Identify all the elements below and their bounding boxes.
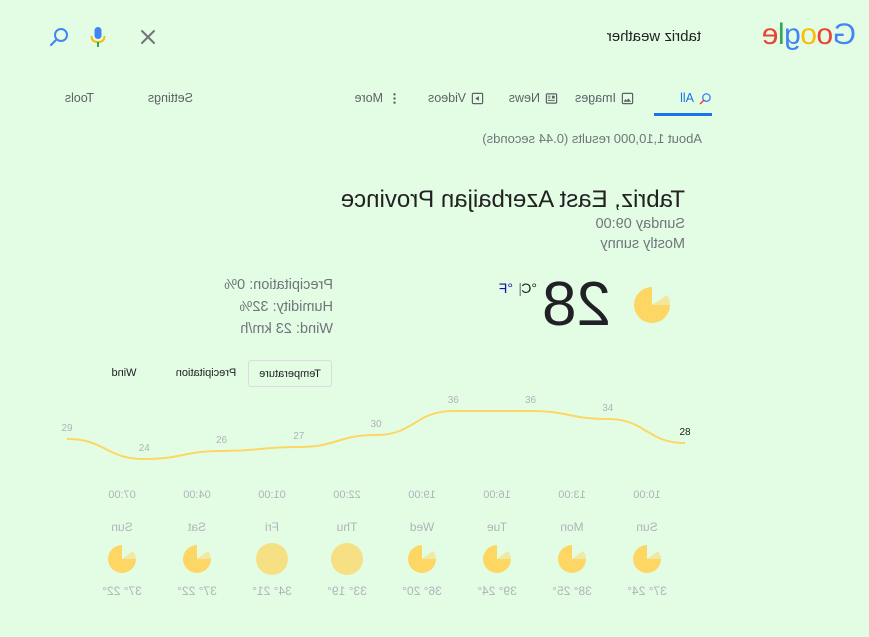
- chart-point-label: 24: [139, 443, 151, 454]
- day-forecast[interactable]: Tue 39° 24°: [469, 520, 525, 598]
- tab-videos-label: Videos: [428, 91, 466, 105]
- humidity-detail: Humidity: 32%: [239, 299, 333, 315]
- chart-point-label: 29: [61, 423, 73, 434]
- clear-search-icon[interactable]: [137, 26, 159, 48]
- partly-sunny-icon: [105, 542, 139, 576]
- more-vertical-icon: [393, 92, 396, 104]
- temperature-chart: 28 34 36 36 30 27 26 24 29: [61, 395, 691, 461]
- unit-celsius[interactable]: °C: [521, 280, 537, 296]
- day-name: Sat: [188, 520, 207, 534]
- hour-label: 16:00: [483, 489, 511, 501]
- logo-letter: o: [816, 18, 834, 51]
- day-name: Sun: [636, 520, 658, 534]
- chart-point-label: 26: [216, 435, 228, 446]
- graph-tab-wind[interactable]: Wind: [109, 360, 139, 385]
- partly-sunny-icon: [180, 542, 214, 576]
- tab-news-label: News: [508, 91, 540, 105]
- weather-condition: Mostly sunny: [600, 236, 685, 252]
- day-temps: 38° 25°: [552, 584, 592, 598]
- chart-point-label: 27: [293, 431, 305, 442]
- day-forecast[interactable]: Sat 37° 22°: [169, 520, 225, 598]
- image-icon: [621, 92, 634, 104]
- newspaper-icon: [545, 92, 558, 104]
- precipitation-detail: Precipitation: 0%: [224, 277, 333, 293]
- chart-point-label: 28: [679, 427, 691, 438]
- wind-detail: Wind: 23 km/h: [240, 321, 333, 337]
- day-temps: 37° 24°: [627, 584, 667, 598]
- partly-sunny-icon: [405, 542, 439, 576]
- hour-label: 13:00: [558, 489, 586, 501]
- hour-label: 19:00: [408, 489, 436, 501]
- tab-settings-label: Settings: [147, 91, 193, 105]
- day-temps: 34° 21°: [252, 584, 292, 598]
- day-forecast[interactable]: Mon 38° 25°: [544, 520, 600, 598]
- logo-letter: e: [762, 18, 779, 51]
- sunny-icon: [330, 542, 364, 576]
- hour-label: 01:00: [258, 489, 286, 501]
- day-temps: 37° 22°: [177, 584, 217, 598]
- day-forecast[interactable]: Wed 36° 20°: [394, 520, 450, 598]
- day-name: Thu: [336, 520, 358, 534]
- tab-images[interactable]: Images: [575, 85, 634, 111]
- logo-letter: g: [784, 18, 801, 51]
- hour-label: 07:00: [108, 489, 136, 501]
- tab-all[interactable]: All: [680, 85, 712, 111]
- tab-images-label: Images: [575, 91, 616, 105]
- partly-sunny-icon: [630, 542, 664, 576]
- unit-separator: |: [518, 280, 522, 296]
- result-stats: About 1,10,000 results (0.44 seconds): [482, 131, 702, 146]
- graph-tab-precipitation[interactable]: Precipitation: [171, 360, 241, 385]
- tab-more[interactable]: More: [355, 85, 401, 111]
- chart-point-label: 30: [370, 419, 382, 430]
- partly-sunny-icon: [480, 542, 514, 576]
- hour-label: 22:00: [333, 489, 361, 501]
- current-temperature: 28: [542, 270, 611, 339]
- tab-tools-label: Tools: [64, 91, 94, 105]
- tab-settings[interactable]: Settings: [148, 85, 193, 111]
- day-name: Mon: [560, 520, 584, 534]
- chart-point-label: 36: [525, 395, 537, 406]
- tab-videos[interactable]: Videos: [428, 85, 484, 111]
- partly-sunny-icon: [631, 284, 673, 326]
- logo-letter: o: [800, 18, 817, 51]
- day-forecast[interactable]: Sun 37° 24°: [619, 520, 675, 598]
- sunny-icon: [255, 542, 289, 576]
- active-tab-underline: [654, 113, 712, 116]
- chart-point-label: 34: [602, 403, 614, 414]
- day-forecast[interactable]: Thu 33° 19°: [319, 520, 375, 598]
- day-name: Tue: [486, 520, 508, 534]
- unit-fahrenheit[interactable]: °F: [499, 280, 513, 296]
- day-temps: 37° 22°: [102, 584, 142, 598]
- weather-location[interactable]: Tabriz, East Azerbaijan Province: [341, 186, 685, 214]
- hour-label: 10:00: [633, 489, 661, 501]
- day-name: Fri: [265, 520, 279, 534]
- logo-letter: l: [778, 18, 785, 51]
- google-logo[interactable]: Google: [762, 18, 856, 52]
- chart-point-label: 36: [448, 395, 460, 406]
- weather-datetime: Sunday 09:00: [595, 216, 686, 232]
- search-icon: [699, 92, 711, 104]
- day-name: Sun: [111, 520, 133, 534]
- day-temps: 33° 19°: [327, 584, 367, 598]
- microphone-icon[interactable]: [87, 26, 109, 48]
- video-icon: [471, 92, 484, 104]
- search-icon[interactable]: [48, 26, 70, 48]
- logo-letter: G: [833, 18, 856, 51]
- graph-tab-temperature[interactable]: Temperature: [248, 360, 332, 387]
- tab-news[interactable]: News: [509, 85, 558, 111]
- partly-sunny-icon: [555, 542, 589, 576]
- tab-more-label: More: [354, 91, 383, 105]
- hour-label: 04:00: [183, 489, 211, 501]
- day-forecast[interactable]: Fri 34° 21°: [244, 520, 300, 598]
- search-input[interactable]: tabriz weather: [607, 28, 701, 45]
- day-temps: 36° 20°: [402, 584, 442, 598]
- day-temps: 39° 24°: [477, 584, 517, 598]
- tab-tools[interactable]: Tools: [65, 85, 94, 111]
- day-forecast[interactable]: Sun 37° 22°: [94, 520, 150, 598]
- day-name: Wed: [409, 520, 435, 534]
- tab-all-label: All: [680, 91, 694, 105]
